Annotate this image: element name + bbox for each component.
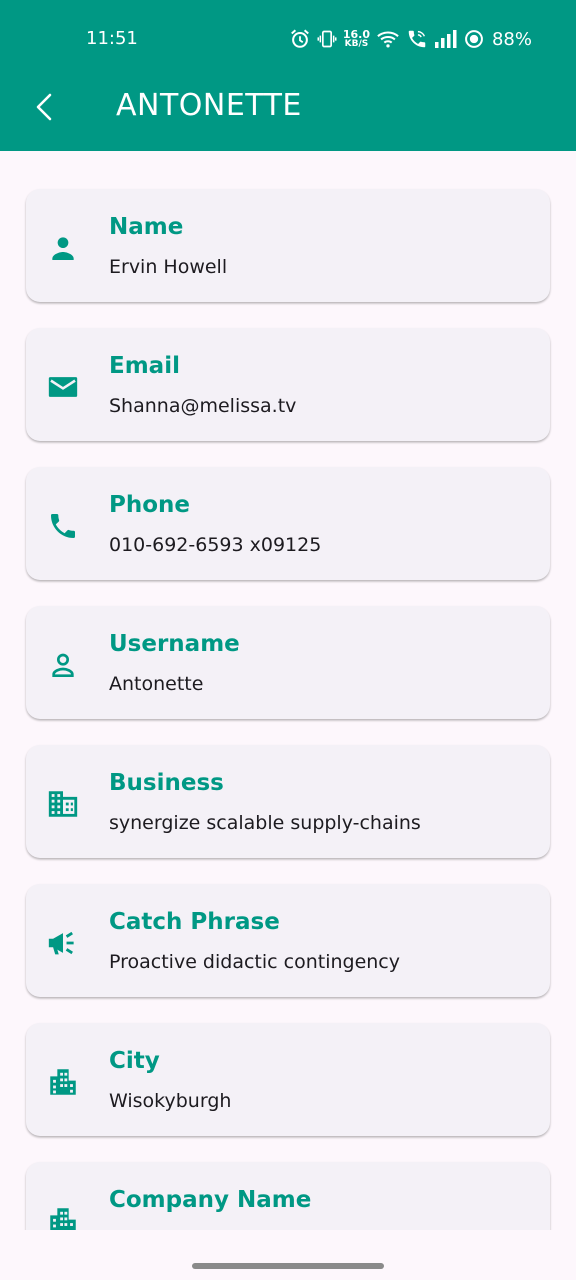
- card-name: Name Ervin Howell: [26, 189, 550, 302]
- battery-saver-icon: [465, 30, 483, 48]
- person-outline-icon: [52, 653, 74, 677]
- detail-list[interactable]: Name Ervin Howell Email Shanna@melissa.t…: [0, 151, 576, 1230]
- wifi-icon: [377, 31, 399, 48]
- person-icon: [52, 237, 74, 260]
- phone-icon: [51, 514, 75, 538]
- status-bar: 11:51 16.0 KB/S 88%: [0, 0, 576, 78]
- status-time: 11:51: [86, 28, 138, 49]
- card-value: Shanna@melissa.tv: [109, 395, 297, 417]
- card-label: Email: [109, 353, 180, 379]
- home-indicator[interactable]: [192, 1263, 384, 1269]
- card-label: Business: [109, 770, 224, 796]
- card-value: Ervin Howell: [109, 256, 228, 278]
- back-button[interactable]: [24, 86, 66, 128]
- card-email: Email Shanna@melissa.tv: [26, 328, 550, 441]
- campaign-icon: [48, 931, 74, 955]
- card-label: Name: [109, 214, 184, 240]
- city-icon: [50, 1208, 76, 1230]
- card-business: Business synergize scalable supply-chain…: [26, 745, 550, 858]
- signal-icon: [434, 30, 457, 48]
- card-label: Username: [109, 631, 240, 657]
- card-label: Phone: [109, 492, 191, 518]
- card-value: 010-692-6593 x09125: [109, 534, 322, 556]
- card-label: Company Name: [109, 1187, 312, 1213]
- app-bar: 11:51 16.0 KB/S 88% ANTONETTE: [0, 0, 576, 151]
- city-icon: [50, 1069, 76, 1095]
- card-value: synergize scalable supply-chains: [109, 812, 421, 834]
- wifi-calling-icon: [408, 30, 426, 48]
- card-city: City Wisokyburgh: [26, 1023, 550, 1136]
- card-label: Catch Phrase: [109, 909, 280, 935]
- page-title: ANTONETTE: [116, 88, 302, 123]
- card-phone: Phone 010-692-6593 x09125: [26, 467, 550, 580]
- card-value: Antonette: [109, 673, 204, 695]
- business-icon: [48, 791, 78, 817]
- vibrate-icon: [317, 30, 337, 48]
- card-value: Proactive didactic contingency: [109, 951, 401, 973]
- status-icons: 16.0 KB/S 88%: [289, 26, 532, 52]
- back-arrow-icon: [36, 93, 52, 121]
- toolbar: ANTONETTE: [0, 78, 576, 151]
- card-label: City: [109, 1048, 160, 1074]
- card-company-name: Company Name: [26, 1162, 550, 1230]
- card-catch-phrase: Catch Phrase Proactive didactic continge…: [26, 884, 550, 997]
- alarm-icon: [290, 29, 309, 48]
- card-username: Username Antonette: [26, 606, 550, 719]
- email-icon: [48, 377, 78, 397]
- card-value: Wisokyburgh: [109, 1090, 232, 1112]
- battery-level: 88%: [491, 28, 532, 50]
- net-speed-unit: KB/S: [344, 39, 369, 49]
- navigation-bar: [0, 1230, 576, 1280]
- net-speed: 16.0 KB/S: [343, 29, 370, 49]
